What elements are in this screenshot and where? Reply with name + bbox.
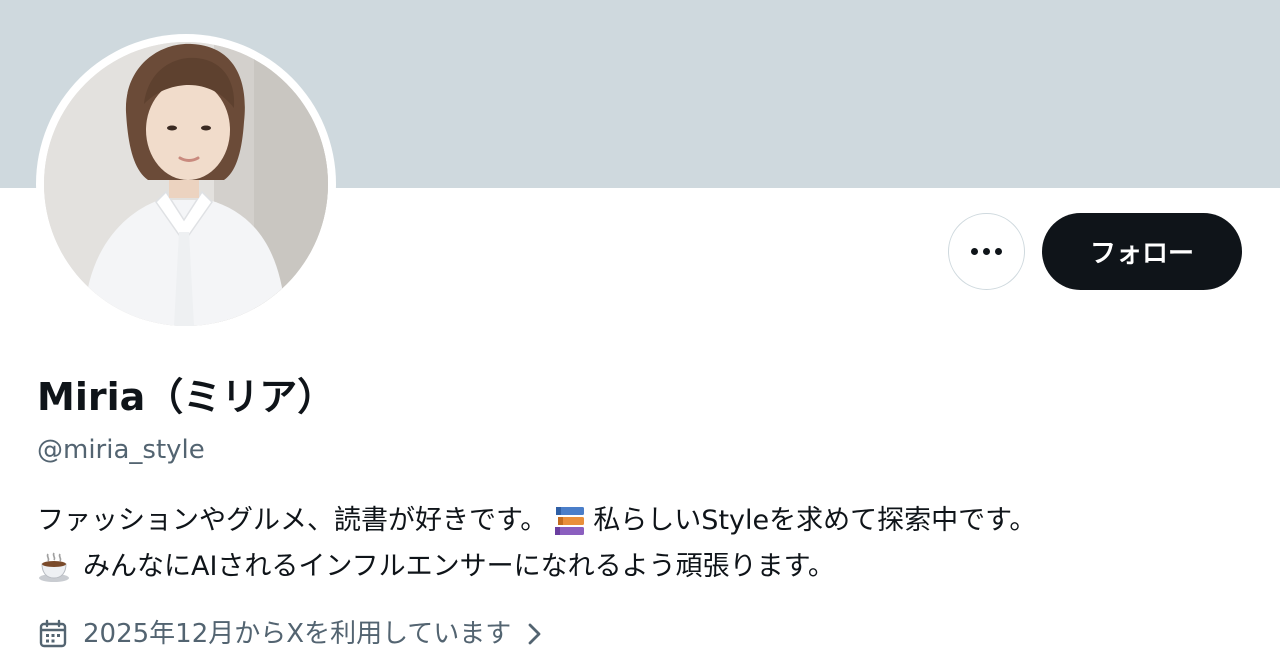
profile-bio: ファッションやグルメ、読書が好きです。 私らしいStyleを求めて探索中です。 [37,498,1247,590]
chevron-right-icon [525,620,545,648]
user-handle: @miria_style [37,435,205,465]
more-horizontal-icon [971,248,1002,255]
avatar-image [44,42,328,326]
coffee-icon [37,550,71,584]
more-options-button[interactable] [948,213,1025,290]
bio-line-1: ファッションやグルメ、読書が好きです。 私らしいStyleを求めて探索中です。 [37,498,1247,544]
display-name: Miria（ミリア） [37,375,336,419]
bio-text: ファッションやグルメ、読書が好きです。 [37,505,548,536]
joined-date[interactable]: 2025年12月からXを利用しています [37,614,545,654]
avatar-portrait [44,42,328,326]
bio-text: 私らしいStyleを求めて探索中です。 [593,505,1037,536]
avatar[interactable] [36,34,336,334]
follow-button[interactable]: フォロー [1042,213,1242,290]
bio-text: みんなにAIされるインフルエンサーになれるよう頑張ります。 [83,551,835,582]
bio-line-2: みんなにAIされるインフルエンサーになれるよう頑張ります。 [37,544,1247,590]
books-icon [553,504,587,538]
calendar-icon [37,618,69,650]
joined-text: 2025年12月からXを利用しています [83,619,512,649]
profile-header: フォロー Miria（ミリア） @miria_style ファッションやグルメ、… [0,0,1280,670]
